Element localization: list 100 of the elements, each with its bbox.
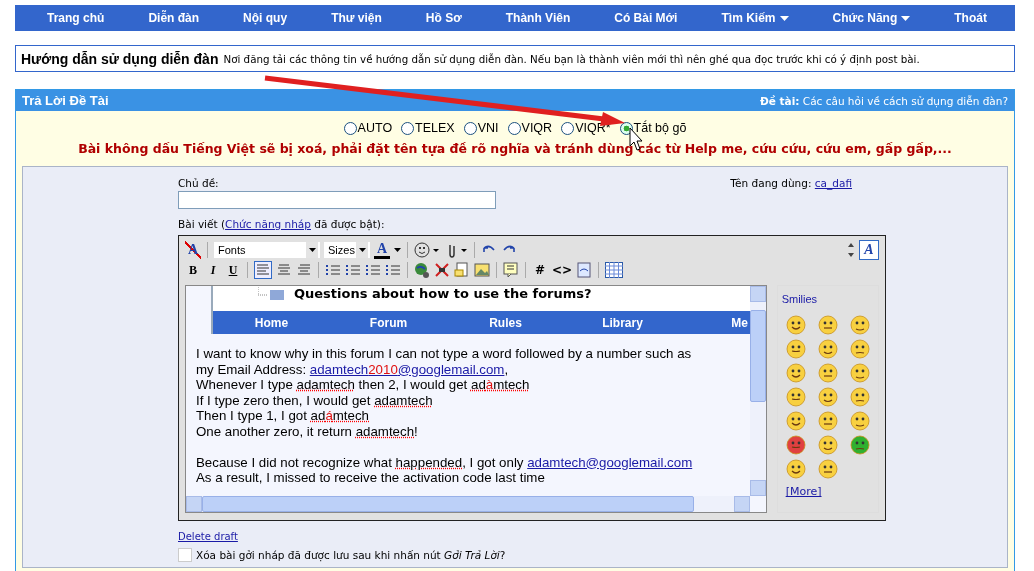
smiley-icon[interactable] <box>849 435 870 455</box>
table-icon[interactable] <box>605 262 623 278</box>
smiley-icon[interactable] <box>785 339 806 359</box>
subject-label: Chủ đề: <box>178 177 219 189</box>
caret-icon <box>779 15 789 21</box>
misspelled-word: adámtech <box>310 408 369 423</box>
misspelled-word: adàmtech <box>471 377 530 392</box>
caret-icon[interactable] <box>394 248 401 252</box>
italic-button[interactable]: I <box>205 262 221 278</box>
smiley-icon[interactable] <box>785 363 806 383</box>
font-select[interactable]: Fonts <box>214 242 320 258</box>
post-text: , I got only <box>462 454 525 470</box>
nav-link[interactable]: Có Bài Mới <box>614 11 678 25</box>
smilies-title: Smilies <box>781 293 818 305</box>
nav-link[interactable]: Hồ Sơ <box>425 11 462 25</box>
smiley-icon[interactable] <box>785 387 806 407</box>
indent-icon[interactable] <box>385 262 401 278</box>
input-method-option[interactable]: VNI <box>463 121 499 135</box>
panel-title: Trả Lời Đề Tài <box>22 93 109 108</box>
forum-title: Hướng dẫn sử dụng diễn đàn <box>21 50 219 67</box>
hash-button[interactable]: # <box>532 262 548 278</box>
draft-link[interactable]: Chức năng nháp <box>225 218 311 230</box>
post-text: then 2, I would get <box>357 377 469 392</box>
misspelled-word: adamtech <box>374 392 433 408</box>
email-link[interactable]: adamtech@googlemail.com <box>527 454 693 470</box>
caret-icon <box>901 15 911 21</box>
quote-icon[interactable] <box>503 262 519 278</box>
post-text: ! <box>414 423 418 439</box>
post-text: Then I type 1, I got <box>196 408 308 423</box>
post-editor-area[interactable] <box>185 285 767 513</box>
post-label: Bài viết (Chức năng nháp đã được bật): <box>178 218 385 230</box>
embedded-topic-title: Questions about how to use the forums? <box>294 286 592 301</box>
bold-button[interactable]: B <box>185 262 201 278</box>
nav-link[interactable]: Tìm Kiếm <box>721 11 789 25</box>
code-button[interactable]: <> <box>552 262 572 278</box>
nav-link[interactable]: Thư viện <box>331 11 382 25</box>
forum-description: Nơi đăng tải các thông tin về hướng dẫn sử dụng diễn đàn. Nếu bạn là thành viên mới thì nên ghé qua đọc trước khi có ý định post bài. <box>223 52 920 65</box>
php-file-icon[interactable] <box>576 262 592 278</box>
caret-icon <box>308 248 316 252</box>
post-text: my Email Address: <box>196 361 308 377</box>
delete-draft-link[interactable]: Delete draft <box>178 531 238 542</box>
underline-button[interactable]: U <box>225 262 241 278</box>
post-text: Because I did not recognize what <box>196 454 393 470</box>
embedded-nav-link: Home <box>253 315 290 330</box>
nav-link[interactable]: Thành Viên <box>505 11 571 25</box>
username-link[interactable]: ca_dafi <box>814 177 852 189</box>
nav-link[interactable]: Chức Năng <box>832 11 911 25</box>
bullet-list-icon[interactable] <box>345 262 361 278</box>
misspelled-word: adamtech <box>296 377 355 392</box>
post-text: If I type zero then, I would get <box>196 392 372 408</box>
align-right-icon[interactable] <box>296 262 312 278</box>
resize-icon[interactable] <box>847 242 855 258</box>
input-method-option[interactable]: AUTO <box>343 121 393 135</box>
embedded-nav-link: Me <box>730 315 749 330</box>
caret-icon <box>358 248 366 252</box>
align-center-icon[interactable] <box>276 262 292 278</box>
text-color-button[interactable]: A <box>374 241 390 259</box>
image-icon[interactable] <box>474 262 490 278</box>
smiley-icon[interactable] <box>849 363 870 383</box>
size-select[interactable]: Sizes <box>324 242 370 258</box>
nav-link[interactable]: Diễn đàn <box>148 11 200 25</box>
subject-field[interactable] <box>178 191 496 209</box>
topic-text: Đề tài: Các câu hỏi về cách sử dụng diễn đàn? <box>759 94 1008 107</box>
smiley-icon[interactable] <box>817 339 838 359</box>
post-text: One another zero, it return <box>196 423 353 439</box>
smiley-icon[interactable] <box>849 387 870 407</box>
checkbox-label: Xóa bài gởi nháp đã được lưu sau khi nhấn nút Gởi Trả Lời? <box>196 549 506 561</box>
post-text: , <box>504 361 509 377</box>
smiley-icon[interactable] <box>785 459 806 479</box>
nav-link[interactable]: Thoát <box>954 11 987 25</box>
post-text: As a result, I missed to receive the activation code last time <box>196 470 545 485</box>
post-text: Whenever I type <box>196 377 294 392</box>
more-smilies-link[interactable]: [More] <box>785 485 822 498</box>
smiley-icon[interactable] <box>785 315 806 335</box>
switch-mode-button[interactable]: A <box>859 240 879 260</box>
outdent-icon[interactable] <box>365 262 381 278</box>
smiley-icon[interactable] <box>849 411 870 431</box>
vertical-scrollbar[interactable] <box>749 286 766 496</box>
smiley-icon[interactable] <box>817 435 838 455</box>
folder-icon <box>258 286 286 301</box>
horizontal-scrollbar[interactable] <box>186 496 750 512</box>
checkbox[interactable] <box>178 548 192 562</box>
smiley-icon[interactable] <box>817 387 838 407</box>
nav-link[interactable]: Nội quy <box>243 11 288 25</box>
numbered-list-icon[interactable] <box>325 262 341 278</box>
smiley-icon[interactable] <box>849 339 870 359</box>
username-text: Tên đang dùng: ca_dafi <box>730 177 852 189</box>
smiley-icon[interactable] <box>785 435 806 455</box>
unlink-icon[interactable] <box>434 262 450 278</box>
smiley-icon[interactable] <box>414 241 440 259</box>
align-left-icon[interactable] <box>254 261 272 279</box>
warning-text: Bài không dấu Tiếng Việt sẽ bị xoá, phải đặt tên tựa đề rõ nghĩa và tránh dùng các từ Help me, cứu cứu, cứu em, gấp gấp,... <box>77 141 953 156</box>
embedded-nav-link: Forum <box>368 315 409 330</box>
globe-link-icon[interactable] <box>414 262 430 278</box>
embedded-nav-link: Library <box>601 315 644 330</box>
smiley-icon[interactable] <box>785 411 806 431</box>
smiley-icon[interactable] <box>849 315 870 335</box>
input-method-option[interactable]: TELEX <box>401 121 455 135</box>
input-method-option[interactable]: VIQR <box>507 121 553 135</box>
nav-link[interactable]: Trang chủ <box>47 11 105 25</box>
